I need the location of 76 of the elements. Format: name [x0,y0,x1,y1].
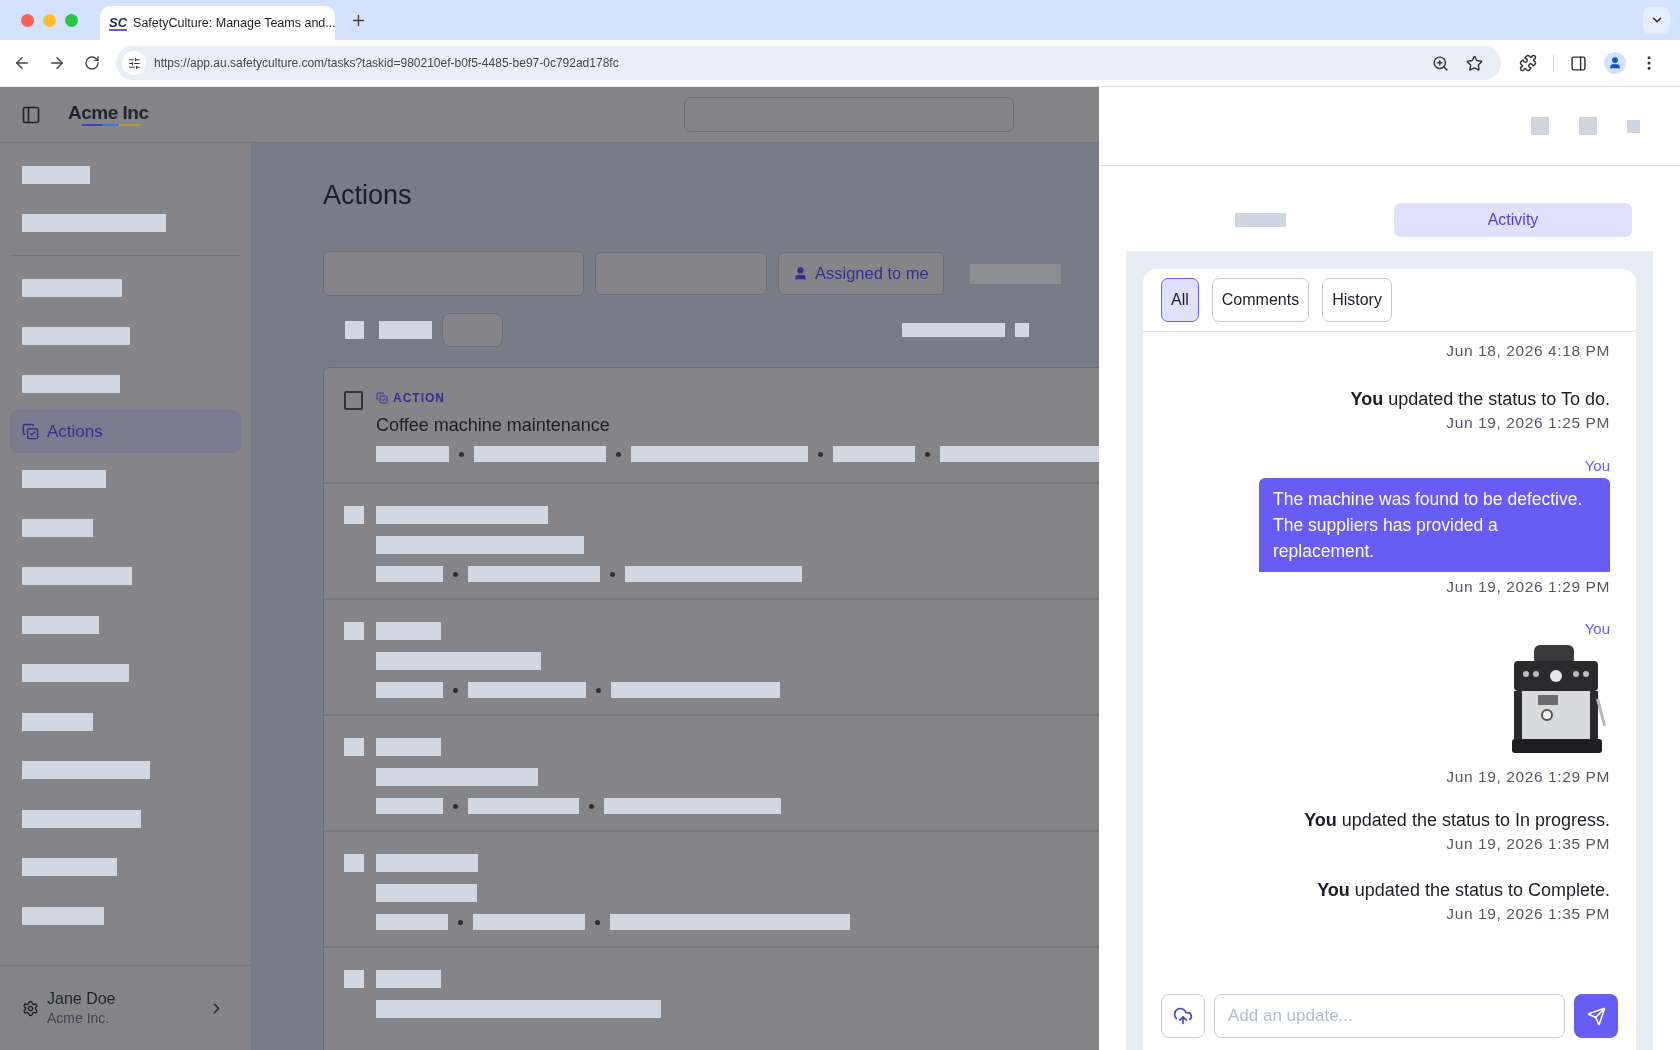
redacted-bar [1015,323,1029,337]
redacted-bar [344,622,364,640]
address-bar[interactable]: https://app.au.safetyculture.com/tasks?taskid=980210ef-b0f5-4485-be97-0c792ad178fc [116,46,1501,80]
redacted-bar [376,798,443,814]
user-icon [1608,56,1622,70]
redacted-bar [1627,119,1640,133]
redacted-bar [344,854,364,872]
action-title: Coffee machine maintenance [376,414,611,437]
reload-icon[interactable] [84,55,100,71]
redacted-bar [22,518,93,537]
actions-icon [376,392,388,404]
status-update-text: You updated the status to In progress. [1304,809,1610,832]
upload-button[interactable] [1161,994,1205,1038]
comment-bubble: The machine was found to be defective. The suppliers has provided a replacement. [1259,478,1610,572]
redacted-bar [1579,117,1597,135]
actions-icon [22,423,39,440]
redacted-bar [345,321,364,339]
user-name: Jane Doe [47,989,116,1009]
zoom-icon[interactable] [1432,54,1449,72]
status-update-text: You updated the status to To do. [1350,388,1610,411]
redacted-bar [1234,213,1286,227]
settings-icon [22,999,39,1017]
user-org: Acme Inc. [47,1009,111,1027]
filter-field[interactable] [595,252,767,295]
redacted-bar [344,738,364,756]
author-label: You [1584,456,1610,476]
favicon-logo: SC [109,15,128,31]
timestamp: Jun 19, 2026 1:25 PM [1446,413,1610,433]
redacted-bar [22,166,90,184]
activity-tab[interactable]: Activity [1394,203,1632,237]
search-field[interactable] [323,251,584,296]
sidebar-toggle-icon[interactable] [21,104,41,125]
tab-title: SafetyCulture: Manage Teams and... [133,14,336,32]
redacted-bar [376,738,441,756]
sliders-icon [127,56,141,70]
status-update-text: You updated the status to Complete. [1317,879,1610,902]
filter-chip[interactable]: History [1322,278,1392,322]
redacted-bar [344,970,364,988]
redacted-bar [376,914,448,930]
send-button[interactable] [1574,994,1618,1038]
author-label: You [1584,619,1610,639]
search-field[interactable] [684,97,1015,132]
view-toggle-button[interactable] [442,313,503,347]
extensions-icon[interactable] [1519,54,1537,72]
redacted-bar [1531,117,1549,135]
user-menu[interactable]: Jane Doe Acme Inc. [0,965,251,1050]
profile-button[interactable] [1604,52,1626,74]
redacted-bar [376,682,443,698]
timestamp: Jun 18, 2026 4:18 PM [1446,341,1610,361]
side-panel-icon[interactable] [1570,54,1587,72]
action-tag: ACTION [376,388,1099,408]
update-input-field[interactable]: Add an update... [1214,994,1565,1038]
filter-chip[interactable]: All [1161,278,1199,322]
url-text: https://app.au.safetyculture.com/tasks?taskid=980210ef-b0f5-4485-be97-0c792ad178fc [154,55,619,72]
redacted-bar [376,622,441,640]
row-checkbox[interactable] [344,391,363,410]
bookmark-star-icon[interactable] [1466,54,1483,72]
redacted-bar [379,321,432,339]
page-title: Actions [323,179,413,212]
redacted-bar [376,566,443,582]
filter-chip[interactable]: Comments [1211,278,1310,322]
redacted-bar [376,970,441,988]
timestamp: Jun 19, 2026 1:29 PM [1446,768,1610,785]
send-icon [1586,1006,1606,1026]
forward-icon[interactable] [48,54,66,72]
timestamp: Jun 19, 2026 1:35 PM [1446,904,1610,924]
upload-icon [1173,1006,1193,1026]
brand-logo: Acme Inc [68,103,149,126]
redacted-bar [344,506,364,524]
browser-tab[interactable]: SC SafetyCulture: Manage Teams and... [100,6,335,40]
timestamp: Jun 19, 2026 1:29 PM [1446,578,1610,595]
back-icon[interactable] [13,54,31,72]
timestamp: Jun 19, 2026 1:35 PM [1446,834,1610,854]
person-icon [793,266,808,281]
redacted-bar [22,712,93,731]
site-info-button[interactable] [122,51,146,75]
